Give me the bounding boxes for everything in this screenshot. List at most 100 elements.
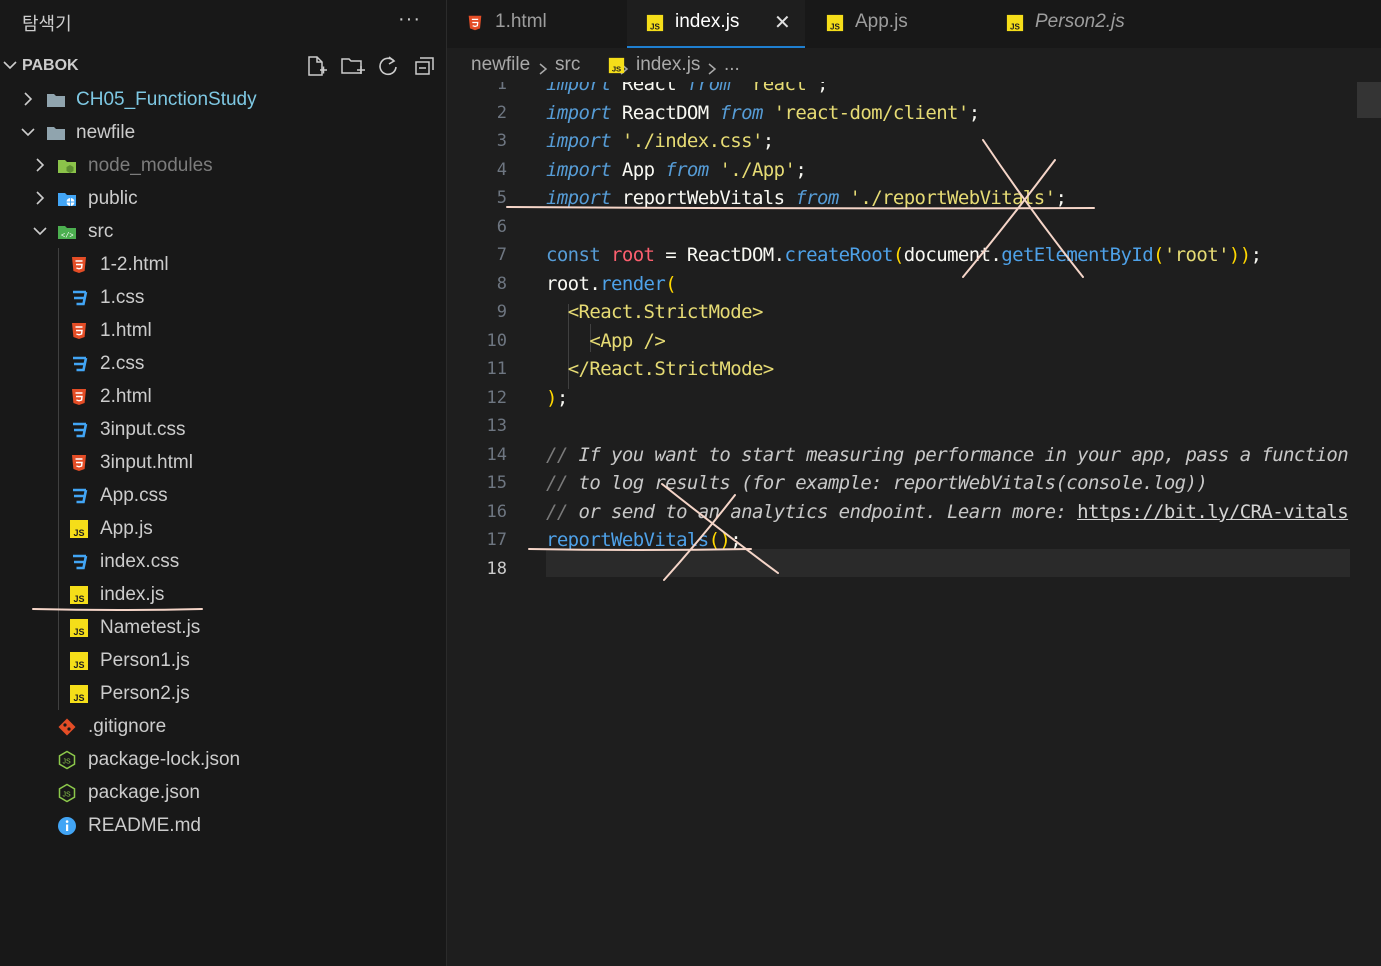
tree-item-nametest-js[interactable]: JS Nametest.js: [0, 611, 447, 644]
code-token: ): [546, 386, 557, 409]
project-name: PABOK: [22, 57, 79, 74]
css-file-icon: [69, 288, 89, 308]
line-number: 5: [496, 188, 507, 208]
code-token[interactable]: https://bit.ly/CRA-vitals: [1077, 501, 1349, 523]
js-file-icon: JS: [1006, 14, 1024, 32]
tab-1-html[interactable]: 1.html: [447, 0, 625, 48]
collapse-all-icon[interactable]: [412, 54, 436, 78]
more-actions-icon[interactable]: ···: [398, 8, 421, 31]
tree-item-ch05-functionstudy[interactable]: CH05_FunctionStudy: [0, 83, 447, 116]
code-token: //: [546, 443, 568, 466]
tree-item-newfile[interactable]: newfile: [0, 116, 447, 149]
code-line: 11 </React.StrictMode>: [447, 357, 1381, 385]
new-folder-icon[interactable]: [340, 54, 365, 78]
code-token: from: [719, 101, 763, 124]
nodejs-icon: JS: [57, 783, 77, 803]
line-number: 7: [496, 245, 507, 265]
code-token: ;: [817, 82, 828, 95]
breadcrumb-item[interactable]: newfile: [471, 54, 530, 76]
js-file-icon: JS: [69, 585, 89, 605]
tree-item-node-modules[interactable]: node_modules: [0, 149, 447, 182]
code-line: 1 import React from 'react';: [447, 82, 1381, 100]
tab-index-js[interactable]: JS index.js ✕: [627, 0, 805, 48]
tree-item-label: package-lock.json: [88, 749, 241, 770]
tree-item-label: public: [88, 188, 138, 209]
code-text: import './index.css';: [546, 130, 774, 152]
js-file-icon: JS: [69, 618, 89, 638]
chevron-right-icon: [706, 60, 718, 82]
code-text: // or send to an analytics endpoint. Lea…: [546, 500, 1349, 523]
tree-item-package-lock-json[interactable]: JS package-lock.json: [0, 743, 447, 776]
line-number: 17: [486, 530, 507, 550]
code-line: 6: [447, 215, 1381, 243]
tree-item-person1-js[interactable]: JS Person1.js: [0, 644, 447, 677]
code-token: </React.StrictMode>: [567, 358, 775, 380]
tree-indent-guide: [58, 248, 59, 710]
line-number: 6: [496, 216, 507, 237]
tree-item-label: Person2.js: [100, 683, 190, 704]
tree-item-person2-js[interactable]: JS Person2.js: [0, 677, 447, 710]
svg-text:JS: JS: [650, 22, 660, 31]
tree-item-3input-html[interactable]: 3input.html: [0, 446, 447, 479]
js-file-icon: JS: [69, 651, 89, 671]
html-file-icon: [466, 14, 484, 32]
tree-item-index-js[interactable]: JS index.js: [0, 578, 447, 611]
tree-item-label: 2.css: [100, 353, 145, 374]
code-token: import: [546, 158, 612, 181]
code-editor[interactable]: 1 import React from 'react'; 2 import React…: [447, 82, 1381, 966]
breadcrumb-item[interactable]: index.js: [636, 54, 700, 76]
tree-item-public[interactable]: public: [0, 182, 447, 215]
tree-item-2-css[interactable]: 2.css: [0, 347, 447, 380]
chevron-down-icon: [33, 227, 47, 236]
code-line: 7 const root = ReactDOM.createRoot(docume…: [447, 243, 1381, 271]
info-icon: [57, 816, 77, 836]
tree-item-1-css[interactable]: 1.css: [0, 281, 447, 314]
tree-item-gitignore[interactable]: .gitignore: [0, 710, 447, 743]
tree-item-1-html[interactable]: 1.html: [0, 314, 447, 347]
new-file-icon[interactable]: [304, 54, 328, 78]
tree-item-readme-md[interactable]: README.md: [0, 809, 447, 842]
js-file-icon: JS: [826, 14, 844, 32]
code-line: 3 import './index.css';: [447, 129, 1381, 157]
code-text: import App from './App';: [546, 158, 807, 181]
minimap[interactable]: [1357, 82, 1381, 118]
code-token: //: [546, 500, 568, 523]
code-token: root: [600, 244, 655, 266]
tree-item-index-css[interactable]: index.css: [0, 545, 447, 578]
breadcrumb-item[interactable]: src: [555, 54, 580, 76]
svg-text:JS: JS: [612, 64, 621, 73]
code-token: document.: [903, 244, 1002, 266]
code-token: './App': [708, 158, 796, 181]
code-token: from: [665, 158, 709, 181]
folder-icon: </>: [57, 222, 77, 242]
tree-item-package-json[interactable]: JS package.json: [0, 776, 447, 809]
tree-item-src[interactable]: </> src: [0, 215, 447, 248]
tree-item-app-css[interactable]: App.css: [0, 479, 447, 512]
css-file-icon: [69, 552, 89, 572]
tree-item-label: src: [88, 221, 114, 242]
tab-app-js[interactable]: JS App.js: [807, 0, 985, 48]
code-line: 12);: [447, 386, 1381, 414]
code-token: ;: [1250, 244, 1262, 266]
code-token: import: [546, 82, 612, 95]
tab-person2-js[interactable]: JS Person2.js: [987, 0, 1187, 48]
svg-text:JS: JS: [1010, 22, 1020, 31]
breadcrumb-item[interactable]: ...: [724, 54, 740, 76]
chevron-right-icon: [24, 92, 33, 106]
code-token: import: [546, 130, 612, 152]
code-text: // If you want to start measuring perfor…: [546, 443, 1349, 466]
refresh-icon[interactable]: [376, 54, 400, 78]
tree-item-1-2-html[interactable]: 1-2.html: [0, 248, 447, 281]
tree-item-label: index.css: [100, 551, 180, 572]
folder-icon: [57, 189, 77, 209]
tree-item-label: CH05_FunctionStudy: [76, 89, 257, 110]
svg-text:</>: </>: [61, 233, 74, 241]
tree-item-app-js[interactable]: JS App.js: [0, 512, 447, 545]
tree-item-2-html[interactable]: 2.html: [0, 380, 447, 413]
tree-item-3input-css[interactable]: 3input.css: [0, 413, 447, 446]
code-line: 15 // to log results (for example: report…: [447, 471, 1381, 499]
close-icon[interactable]: ✕: [774, 10, 791, 35]
code-token: getElementById: [1001, 244, 1154, 266]
